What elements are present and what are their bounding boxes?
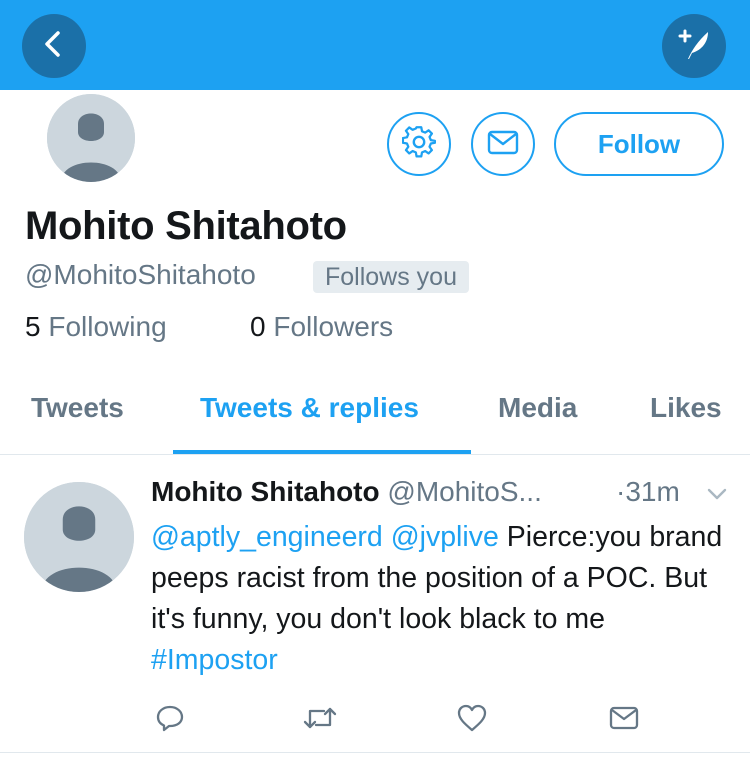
tweet-avatar[interactable] xyxy=(24,482,134,592)
profile-display-name: Mohito Shitahoto xyxy=(25,204,347,248)
tweet-menu-button[interactable] xyxy=(706,486,728,507)
reply-button[interactable] xyxy=(152,704,188,736)
retweet-button[interactable] xyxy=(302,704,338,736)
tweet-text: @aptly_engineerd @jvplive Pierce:you bra… xyxy=(151,517,736,681)
following-count: 5 xyxy=(25,311,41,342)
tab-media[interactable]: Media xyxy=(498,392,577,424)
chevron-down-icon xyxy=(706,488,728,506)
followers-count: 0 xyxy=(250,311,266,342)
compose-tweet-icon xyxy=(674,24,714,69)
time-separator: · xyxy=(616,476,626,507)
envelope-icon xyxy=(486,125,520,164)
reply-icon xyxy=(155,703,185,738)
settings-button[interactable] xyxy=(387,112,451,176)
divider xyxy=(0,752,750,753)
compose-tweet-button[interactable] xyxy=(662,14,726,78)
tweet-timestamp[interactable]: ·31m xyxy=(616,476,680,508)
retweet-icon xyxy=(302,703,338,738)
envelope-icon xyxy=(608,704,640,737)
tab-tweets-and-replies[interactable]: Tweets & replies xyxy=(200,392,419,424)
profile-avatar[interactable] xyxy=(47,94,135,182)
follows-you-badge: Follows you xyxy=(313,261,469,293)
heart-icon xyxy=(456,703,488,738)
tweet-author-handle[interactable]: @MohitoS... xyxy=(387,476,541,507)
back-button[interactable] xyxy=(22,14,86,78)
tweet-author-name[interactable]: Mohito Shitahoto xyxy=(151,476,380,507)
following-label: Following xyxy=(48,311,167,342)
followers-label: Followers xyxy=(273,311,394,342)
followers-stat[interactable]: 0 Followers xyxy=(250,311,393,343)
mention-link[interactable]: @aptly_engineerd xyxy=(151,521,383,553)
tweet-time-value: 31m xyxy=(625,476,680,507)
hashtag-link[interactable]: #Impostor xyxy=(151,644,278,676)
mention-link[interactable]: @jvplive xyxy=(391,521,499,553)
profile-handle: @MohitoShitahoto xyxy=(25,259,256,290)
direct-message-button[interactable] xyxy=(471,112,535,176)
default-avatar-icon xyxy=(47,94,135,182)
following-stat[interactable]: 5 Following xyxy=(25,311,167,343)
direct-message-tweet-button[interactable] xyxy=(606,704,642,736)
follow-button[interactable]: Follow xyxy=(554,112,724,176)
tab-tweets[interactable]: Tweets xyxy=(31,392,124,424)
like-button[interactable] xyxy=(454,704,490,736)
gear-icon xyxy=(401,125,437,164)
divider xyxy=(0,454,750,455)
chevron-left-icon xyxy=(39,29,69,64)
default-avatar-icon xyxy=(24,482,134,592)
top-navigation-bar xyxy=(0,0,750,90)
tab-likes[interactable]: Likes xyxy=(650,392,722,424)
